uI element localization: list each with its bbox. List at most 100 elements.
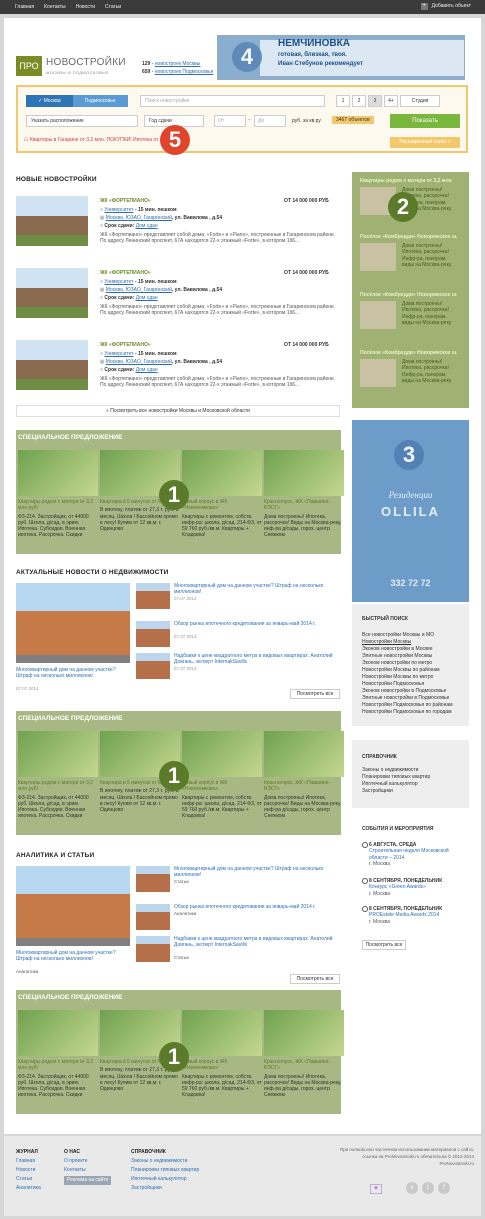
listing-name[interactable]: ЖК «ФОРТЕПИАНО» — [100, 198, 151, 204]
metro-link[interactable]: Университет — [104, 279, 133, 285]
quick-link[interactable]: Эконом новостройки по метро — [362, 660, 432, 666]
offer-card[interactable]: Новый корпус в ЖК «Новокомково» Квартиры … — [182, 450, 262, 550]
advertising-button[interactable]: Реклама на сайте — [64, 1176, 112, 1185]
nav-news[interactable]: Новости — [76, 4, 95, 10]
news-row[interactable]: Многоквартирный дом на данном участке? Ш… — [136, 583, 341, 611]
extended-search-button[interactable]: Расширенный поиск » — [390, 137, 460, 148]
footer-link[interactable]: Застройщики — [131, 1184, 199, 1193]
quick-link[interactable]: Элитные новостройки в Подмосковье — [362, 695, 449, 701]
offer-caption[interactable]: Новый корпус в ЖК «Новокомково» — [182, 780, 262, 793]
analytics-link[interactable]: Обзор рынка ипотечного кредитования за я… — [174, 904, 339, 910]
offer-card[interactable]: Новый корпус в ЖК «Новокомково» Квартиры … — [182, 731, 262, 831]
listing-photo[interactable] — [16, 268, 88, 318]
quick-link[interactable]: Элитные новостройки Москвы — [362, 653, 432, 659]
area-link[interactable]: Москва, ЮЗАО, Гагаринский — [106, 359, 172, 365]
sidebar-ad-title[interactable]: Посёлок «Комбредди» Новорижское ш. — [360, 292, 464, 298]
banner-nemchinovka[interactable]: НЕМЧИНОВКА готовая, близкая, твоя. Иван … — [217, 35, 465, 80]
news-big-photo[interactable] — [16, 583, 130, 663]
vk-icon[interactable]: v — [406, 1182, 418, 1194]
offer-card[interactable]: Красногорск, ЖК «Павшино-БЭСТ» Дома постр… — [264, 1010, 344, 1110]
analytics-big-link[interactable]: Многоквартирный дом на данном участке? Ш… — [16, 950, 130, 963]
footer-link[interactable]: Статьи — [16, 1175, 41, 1184]
nav-contacts[interactable]: Контакты — [44, 4, 66, 10]
offer-caption[interactable]: Красногорск, ЖК «Павшино-БЭСТ» — [264, 499, 344, 512]
sidebar-ad[interactable]: Посёлок «Комбредди» Новорижское ш. Дома п… — [360, 350, 464, 404]
stat-link-region[interactable]: новостроек Подмосковья — [155, 69, 214, 75]
quick-link[interactable]: Эконом новостройки в Подмосковье — [362, 688, 446, 694]
news-row[interactable]: Обзор рынка ипотечного кредитования за я… — [136, 621, 341, 649]
location-select[interactable]: Указать расположение — [26, 115, 138, 127]
news-big-link[interactable]: Многоквартирный дом на данном участке? Ш… — [16, 667, 130, 680]
footer-link[interactable]: Аналитика — [16, 1184, 41, 1193]
offer-caption[interactable]: Квартиры родом с матери от 3,2 млн руб! — [18, 1059, 98, 1072]
listing-photo[interactable] — [16, 196, 88, 246]
news-more-button[interactable]: Посмотреть все — [290, 689, 340, 699]
news-link[interactable]: Многоквартирный дом на данном участке? Ш… — [174, 583, 339, 596]
nav-home[interactable]: Главная — [15, 4, 34, 10]
offer-card[interactable]: Красногорск, ЖК «Павшино-БЭСТ» Дома постр… — [264, 450, 344, 550]
offer-card[interactable]: Новый корпус в ЖК «Новокомково» Квартиры … — [182, 1010, 262, 1110]
analytics-row[interactable]: Многоквартирный дом на данном участке? Ш… — [136, 866, 341, 894]
quick-link[interactable]: Новостройки Москвы — [362, 639, 411, 645]
reference-link[interactable]: Ипотечный калькулятор — [362, 781, 418, 787]
listing-item[interactable]: ЖК «ФОРТЕПИАНО» ОТ 14 000 000 РУБ ○ Унив… — [16, 268, 340, 334]
analytics-big-photo[interactable] — [16, 866, 130, 946]
sidebar-ad-title[interactable]: Посёлок «Комбредди» Новорижское ш. — [360, 234, 464, 240]
banner-ollila[interactable]: Резиденции OLLILA 332 72 72 3 — [352, 420, 469, 602]
footer-link[interactable]: Ипотечный калькулятор — [131, 1175, 199, 1184]
show-button[interactable]: Показать — [390, 114, 460, 128]
analytics-link[interactable]: Надбавки к цене квадратного метра в видо… — [174, 936, 339, 949]
sidebar-ad[interactable]: Посёлок «Комбредди» Новорижское ш. Дома п… — [360, 234, 464, 288]
events-more-button[interactable]: Посмотреть все — [362, 940, 406, 950]
footer-link[interactable]: Контакты — [64, 1166, 111, 1175]
footer-link[interactable]: Планировки типовых квартир — [131, 1166, 199, 1175]
offer-caption[interactable]: Красногорск, ЖК «Павшино-БЭСТ» — [264, 1059, 344, 1072]
price-from-field[interactable]: От — [214, 115, 246, 127]
promo-line[interactable]: ☖ Квартиры в Гагарине от 3,2 млн. ПОКУПК… — [24, 137, 167, 143]
offer-caption[interactable]: Красногорск, ЖК «Павшино-БЭСТ» — [264, 780, 344, 793]
offer-card[interactable]: Квартиры родом с матери от 3,2 млн руб! Ф… — [18, 1010, 98, 1110]
add-object-button[interactable]: + Добавить объект — [420, 3, 471, 10]
event-link[interactable]: Строительная неделя Московской области –… — [362, 848, 466, 861]
stat-link-moscow[interactable]: новостроек Москвы — [155, 61, 201, 67]
tab-region[interactable]: Подмосковье — [72, 95, 128, 107]
metro-link[interactable]: Университет — [104, 207, 133, 213]
room-2[interactable]: 2 — [352, 95, 366, 107]
analytics-link[interactable]: Многоквартирный дом на данном участке? Ш… — [174, 866, 339, 879]
area-link[interactable]: Москва, ЮЗАО, Гагаринский — [106, 215, 172, 221]
twitter-icon[interactable]: t — [422, 1182, 434, 1194]
sidebar-ad-title[interactable]: Посёлок «Комбредди» Новорижское ш. — [360, 350, 464, 356]
area-link[interactable]: Москва, ЮЗАО, Гагаринский — [106, 287, 172, 293]
news-thumb[interactable] — [136, 621, 170, 647]
quick-link[interactable]: Новостройки Москвы по районам — [362, 667, 440, 673]
offer-caption[interactable]: Новый корпус в ЖК «Новокомково» — [182, 1059, 262, 1072]
offer-caption[interactable]: Квартиры родом с матери от 3,2 млн руб! — [18, 780, 98, 793]
news-thumb[interactable] — [136, 583, 170, 609]
analytics-more-button[interactable]: Посмотреть все — [290, 974, 340, 984]
search-input[interactable]: Поиск новостройки — [140, 95, 325, 107]
footer-link[interactable]: Главная — [16, 1157, 41, 1166]
offer-card[interactable]: Красногорск, ЖК «Павшино-БЭСТ» Дома постр… — [264, 731, 344, 831]
analytics-thumb[interactable] — [136, 866, 170, 892]
nav-articles[interactable]: Статьи — [105, 4, 121, 10]
footer-link[interactable]: Новости — [16, 1166, 41, 1175]
tab-moscow[interactable]: ✓ Москва — [26, 95, 73, 107]
news-thumb[interactable] — [136, 653, 170, 679]
quick-link[interactable]: Новостройки Подмосковья по районам — [362, 702, 453, 708]
all-buildings-button[interactable]: ⌕ Посмотреть все новостройки Москвы и Мо… — [16, 405, 340, 417]
footer-link[interactable]: О проекте — [64, 1157, 111, 1166]
site-logo[interactable]: ПРО НОВОСТРОЙКИ МОСКВЫ И ПОДМОСКОВЬЯ — [16, 56, 126, 76]
metro-link[interactable]: Университет — [104, 351, 133, 357]
news-row[interactable]: Надбавки к цене квадратного метра в видо… — [136, 653, 341, 681]
news-link[interactable]: Обзор рынка ипотечного кредитования за я… — [174, 621, 339, 627]
analytics-thumb[interactable] — [136, 904, 170, 930]
facebook-icon[interactable]: f — [438, 1182, 450, 1194]
quick-link[interactable]: Эконом новостройки в Москве — [362, 646, 433, 652]
offer-card[interactable]: Квартиры родом с матери от 3,2 млн руб! Ф… — [18, 731, 98, 831]
footer-link[interactable]: Законы о недвижимости — [131, 1157, 199, 1166]
reference-link[interactable]: Застройщики — [362, 788, 393, 794]
room-studio[interactable]: Студия — [400, 95, 440, 107]
offer-card[interactable]: Квартиры родом с матери от 3,2 млн руб! Ф… — [18, 450, 98, 550]
analytics-row[interactable]: Надбавки к цене квадратного метра в видо… — [136, 936, 341, 964]
offer-caption[interactable]: Квартиры родом с матери от 3,2 млн руб! — [18, 499, 98, 512]
